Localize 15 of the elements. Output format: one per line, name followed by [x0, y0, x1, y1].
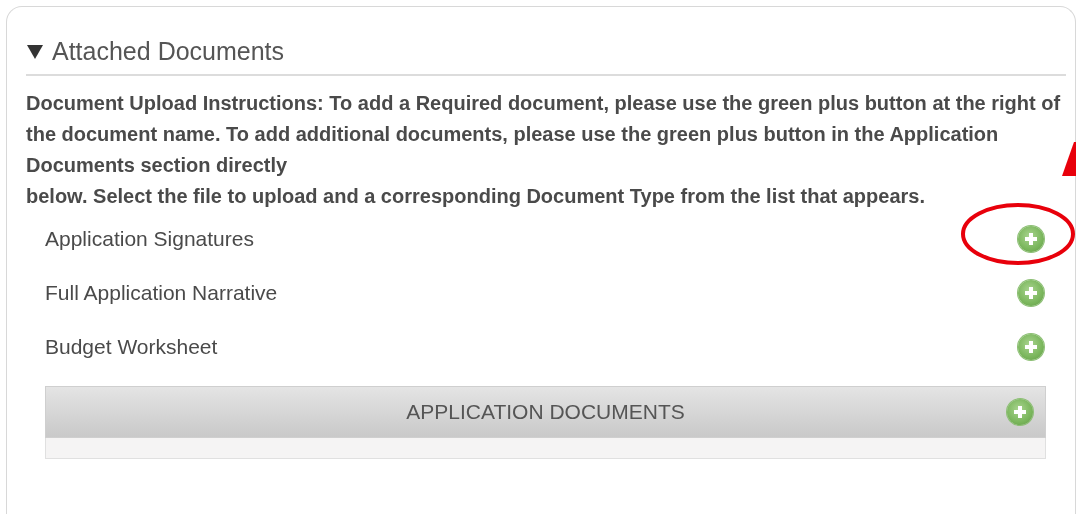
plus-icon — [1024, 232, 1038, 246]
upload-instructions: Document Upload Instructions: To add a Required document, please use the green plus button at the right of the document name. To add additional documents, please use the green plus button in the Application Documents section directly below. Select the file to upload and a corresponding Document Type from the list that appears. — [26, 91, 1061, 209]
add-button[interactable] — [1007, 399, 1033, 425]
section-title: Attached Documents — [52, 37, 285, 66]
plus-icon — [1013, 405, 1027, 419]
document-name: Budget Worksheet — [45, 335, 218, 359]
add-button[interactable] — [1018, 334, 1044, 360]
add-button[interactable] — [1018, 226, 1044, 252]
add-button[interactable] — [1018, 280, 1044, 306]
plus-icon — [1024, 340, 1038, 354]
document-name: Application Signatures — [45, 227, 254, 251]
section-header[interactable]: Attached Documents — [26, 37, 1066, 76]
document-name: Full Application Narrative — [45, 281, 278, 305]
plus-icon — [1024, 286, 1038, 300]
application-documents-title: APPLICATION DOCUMENTS — [406, 400, 685, 424]
